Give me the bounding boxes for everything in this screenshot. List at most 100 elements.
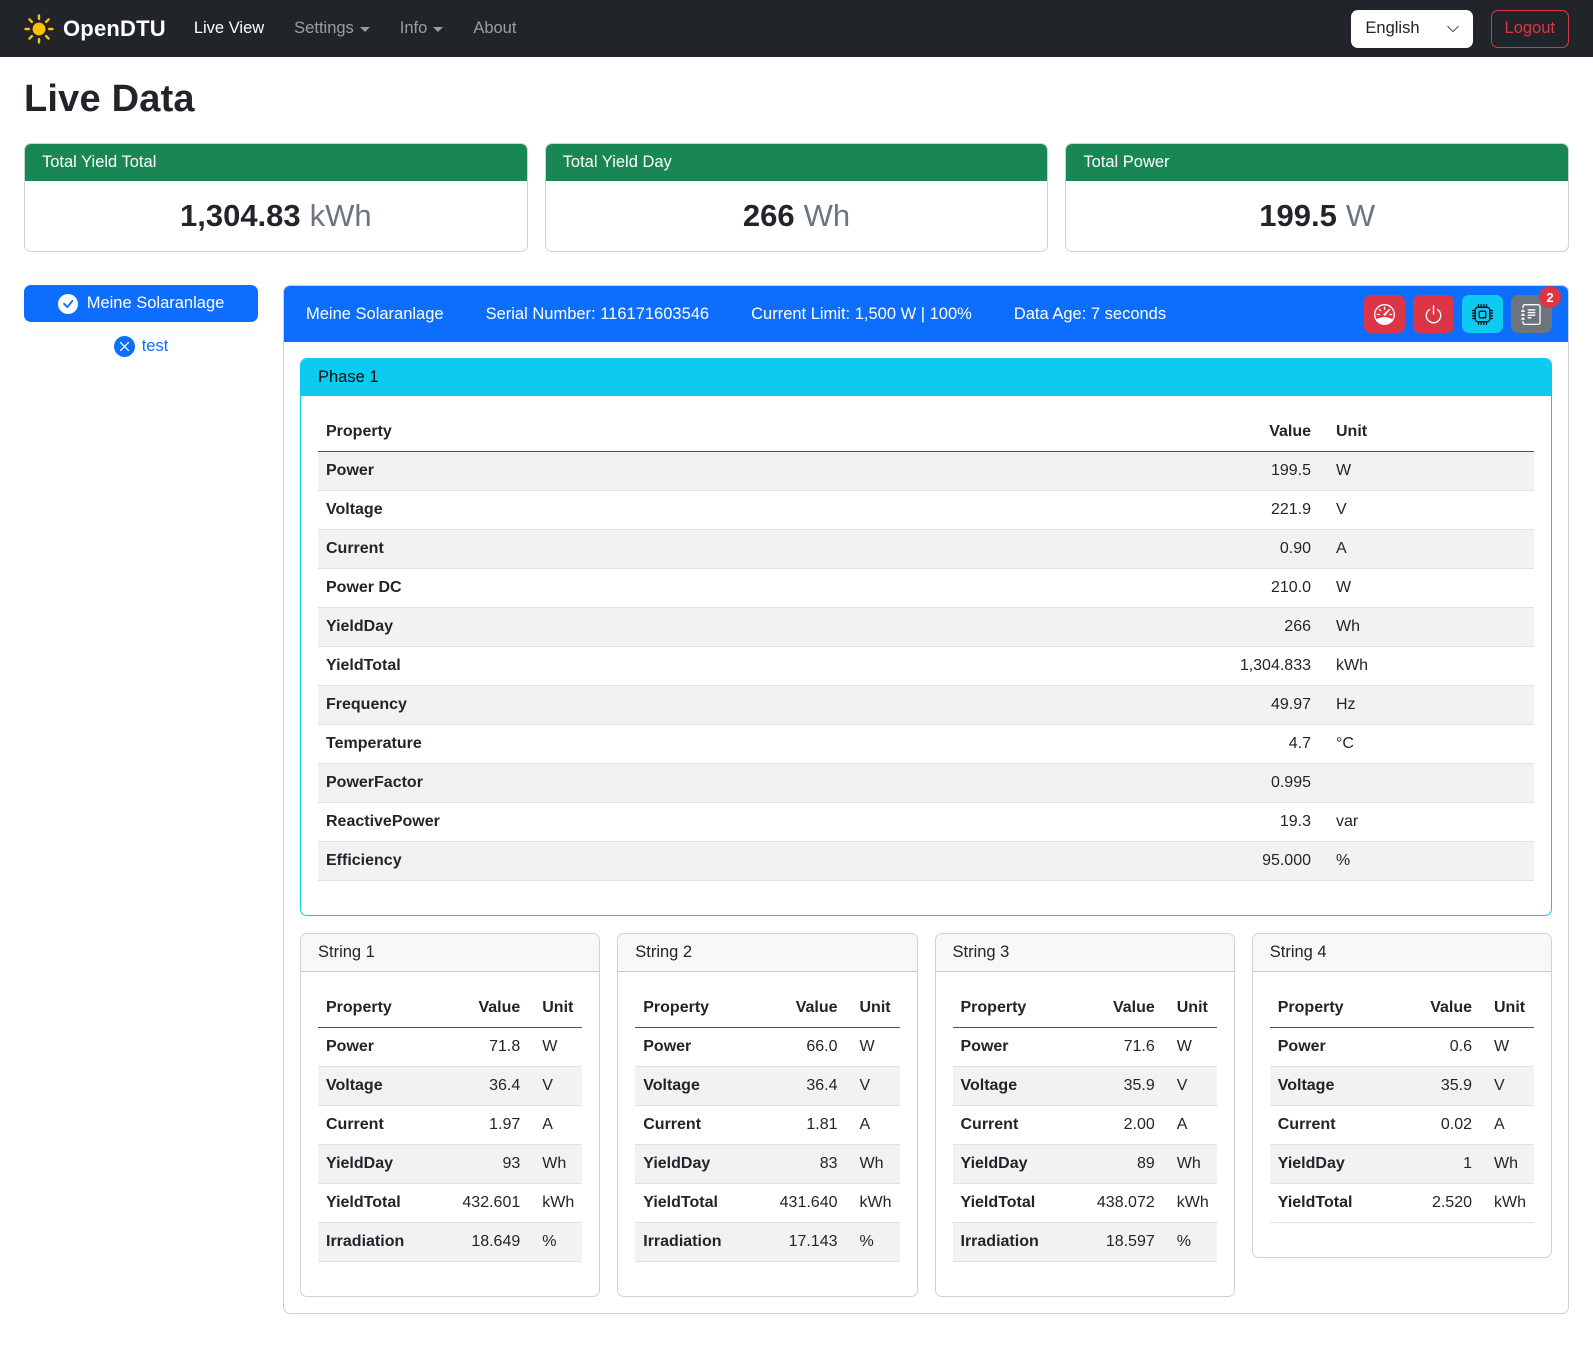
row-unit: kWh — [1319, 647, 1534, 686]
inverter-current-limit: Current Limit: 1,500 W | 100% — [751, 305, 972, 324]
row-value: 1.97 — [448, 1106, 528, 1145]
row-unit: Wh — [1163, 1145, 1217, 1184]
row-unit: V — [528, 1067, 582, 1106]
row-value: 83 — [766, 1145, 846, 1184]
power-icon — [1423, 304, 1444, 325]
table-row: Current2.00A — [953, 1106, 1217, 1145]
inverter-data-age: Data Age: 7 seconds — [1014, 305, 1166, 324]
inverter-select-label: Meine Solaranlage — [87, 294, 225, 313]
nav-item-info[interactable]: Info — [400, 19, 444, 38]
nav-item-label: About — [473, 19, 516, 38]
table-row: YieldDay93Wh — [318, 1145, 582, 1184]
total-yield-total-card: Total Yield Total 1,304.83kWh — [24, 143, 528, 252]
check-circle-icon — [58, 294, 78, 314]
row-value: 1 — [1400, 1145, 1480, 1184]
row-property: Power DC — [318, 569, 1199, 608]
total-yield-day-card: Total Yield Day 266Wh — [545, 143, 1049, 252]
table-row: PowerFactor0.995 — [318, 764, 1534, 803]
inverter-card-header: Meine Solaranlage Serial Number: 1161716… — [284, 286, 1568, 342]
card-title: Total Power — [1066, 144, 1568, 181]
table-row: Efficiency95.000% — [318, 842, 1534, 881]
row-property: Voltage — [953, 1067, 1083, 1106]
table-row: ReactivePower19.3var — [318, 803, 1534, 842]
row-unit: % — [846, 1223, 900, 1262]
row-property: Current — [318, 1106, 448, 1145]
row-unit: A — [1319, 530, 1534, 569]
column-header-value: Value — [448, 989, 528, 1028]
row-value: 71.8 — [448, 1028, 528, 1067]
row-value: 2.520 — [1400, 1184, 1480, 1223]
page-title: Live Data — [24, 78, 1569, 121]
row-property: Power — [318, 452, 1199, 491]
limit-settings-button[interactable] — [1364, 295, 1405, 333]
inverter-select-label: test — [142, 337, 169, 356]
row-property: Power — [953, 1028, 1083, 1067]
card-unit: Wh — [804, 198, 851, 233]
string-title: String 4 — [1253, 934, 1551, 972]
row-property: Voltage — [635, 1067, 765, 1106]
row-property: Irradiation — [318, 1223, 448, 1262]
row-value: 0.6 — [1400, 1028, 1480, 1067]
top-navbar: OpenDTU Live View Settings Info About En… — [0, 0, 1593, 57]
row-unit: V — [1480, 1067, 1534, 1106]
row-value: 36.4 — [448, 1067, 528, 1106]
table-row: Voltage36.4V — [635, 1067, 899, 1106]
brand-name: OpenDTU — [63, 16, 166, 42]
logout-button[interactable]: Logout — [1491, 10, 1569, 48]
language-select[interactable]: English — [1351, 10, 1472, 48]
inverter-select-active-button[interactable]: Meine Solaranlage — [24, 285, 258, 322]
phase-table: Property Value Unit Power199.5W Voltage2… — [318, 413, 1534, 881]
string-title: String 3 — [936, 934, 1234, 972]
row-value: 1.81 — [766, 1106, 846, 1145]
row-value: 95.000 — [1199, 842, 1319, 881]
table-row: Power DC210.0W — [318, 569, 1534, 608]
nav-item-live-view[interactable]: Live View — [194, 19, 264, 38]
row-value: 431.640 — [766, 1184, 846, 1223]
row-unit: W — [1319, 452, 1534, 491]
row-unit: W — [528, 1028, 582, 1067]
table-row: Power71.8W — [318, 1028, 582, 1067]
table-row: YieldDay83Wh — [635, 1145, 899, 1184]
table-row: Power66.0W — [635, 1028, 899, 1067]
string-2-table: Property Value Unit Power66.0W Voltage36… — [635, 989, 899, 1262]
string-title: String 1 — [301, 934, 599, 972]
event-log-button[interactable]: 2 — [1511, 295, 1552, 333]
column-header-unit: Unit — [1163, 989, 1217, 1028]
row-property: YieldTotal — [1270, 1184, 1400, 1223]
chevron-down-icon — [360, 27, 370, 32]
table-row: YieldTotal2.520kWh — [1270, 1184, 1534, 1223]
row-property: Power — [1270, 1028, 1400, 1067]
row-property: YieldTotal — [318, 647, 1199, 686]
power-button[interactable] — [1413, 295, 1454, 333]
row-unit: V — [1319, 491, 1534, 530]
speedometer-icon — [1374, 304, 1395, 325]
column-header-unit: Unit — [528, 989, 582, 1028]
nav-item-about[interactable]: About — [473, 19, 516, 38]
row-unit: kWh — [846, 1184, 900, 1223]
table-row: YieldTotal1,304.833kWh — [318, 647, 1534, 686]
table-row: YieldTotal438.072kWh — [953, 1184, 1217, 1223]
row-unit: % — [1163, 1223, 1217, 1262]
row-property: YieldTotal — [635, 1184, 765, 1223]
row-unit: kWh — [1480, 1184, 1534, 1223]
row-unit: var — [1319, 803, 1534, 842]
row-unit: Wh — [846, 1145, 900, 1184]
nav-item-settings[interactable]: Settings — [294, 19, 370, 38]
table-row: Voltage35.9V — [1270, 1067, 1534, 1106]
string-4-card: String 4 Property Value Unit — [1252, 933, 1552, 1258]
inverter-select-inactive-button[interactable]: test — [24, 336, 258, 357]
string-1-card: String 1 Property Value Unit — [300, 933, 600, 1297]
total-power-card: Total Power 199.5W — [1065, 143, 1569, 252]
strings-row: String 1 Property Value Unit — [300, 933, 1552, 1297]
table-row: YieldTotal432.601kWh — [318, 1184, 582, 1223]
device-info-button[interactable] — [1462, 295, 1503, 333]
card-value: 199.5 — [1259, 198, 1337, 233]
row-property: Current — [1270, 1106, 1400, 1145]
column-header-unit: Unit — [846, 989, 900, 1028]
brand[interactable]: OpenDTU — [24, 14, 166, 44]
column-header-unit: Unit — [1319, 413, 1534, 452]
string-3-table: Property Value Unit Power71.6W Voltage35… — [953, 989, 1217, 1262]
column-header-property: Property — [318, 989, 448, 1028]
summary-cards-row: Total Yield Total 1,304.83kWh Total Yiel… — [24, 143, 1569, 252]
row-value: 266 — [1199, 608, 1319, 647]
